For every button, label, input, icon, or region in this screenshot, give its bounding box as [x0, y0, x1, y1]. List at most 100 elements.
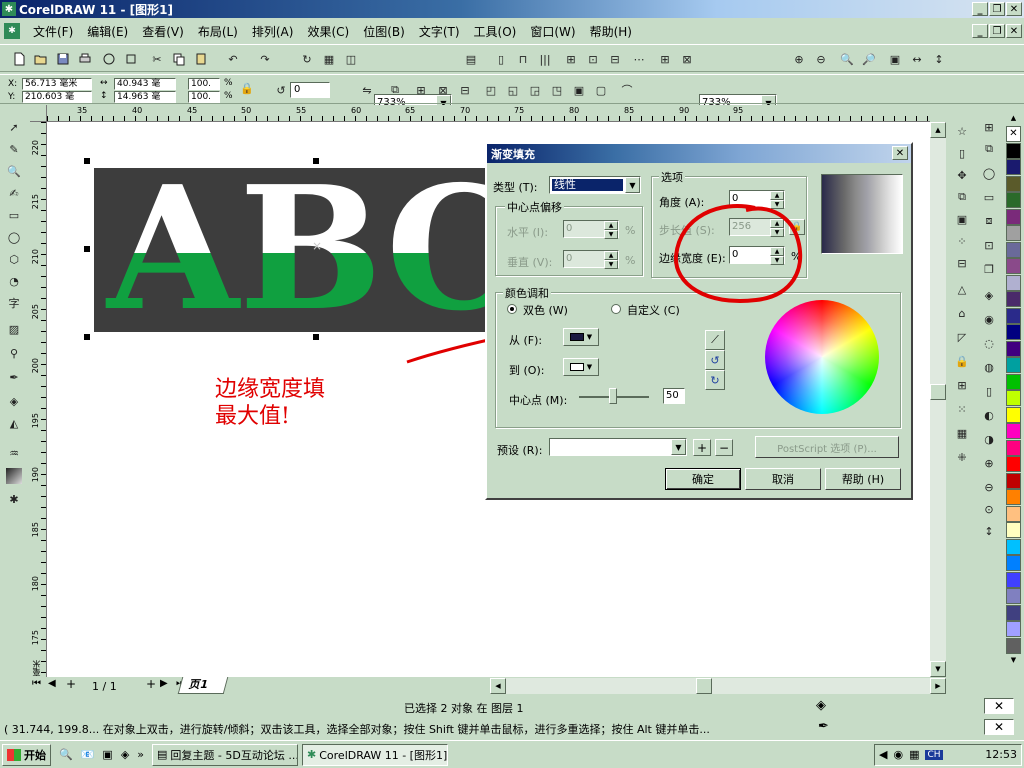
arrange-docker-icon[interactable]: ⧈	[980, 212, 998, 230]
intersect-icon[interactable]: ◲	[526, 81, 544, 99]
undo-icon[interactable]: ↶	[224, 50, 242, 68]
align-icon[interactable]: ▤	[462, 50, 480, 68]
doc-close-button[interactable]: ✕	[1006, 24, 1022, 38]
weld-shape-icon[interactable]: ◰	[482, 81, 500, 99]
more-icon[interactable]: »	[137, 748, 144, 761]
doc-restore-button[interactable]: ❐	[989, 24, 1005, 38]
menu-layout[interactable]: 布局(L)	[191, 23, 245, 40]
horizontal-ruler[interactable]: 35 40 45 50 55 60 65 70 75 80 85 90 95	[47, 105, 930, 122]
import-icon[interactable]	[100, 50, 118, 68]
palette-swatch[interactable]	[1006, 159, 1021, 175]
palette-swatch[interactable]	[1006, 340, 1021, 357]
palette-swatch[interactable]	[1006, 192, 1021, 208]
fill-tool-icon[interactable]: ◈	[5, 392, 23, 410]
pick-tool-icon[interactable]: ➚	[5, 118, 23, 136]
palette-swatch[interactable]	[1006, 175, 1021, 192]
trim-icon[interactable]: ◱	[504, 81, 522, 99]
menu-window[interactable]: 窗口(W)	[523, 23, 582, 40]
triangle-icon[interactable]: △	[953, 280, 971, 298]
fill-type-select[interactable]: 线性 ▼	[549, 176, 641, 194]
palette-swatch[interactable]	[1006, 307, 1021, 324]
combine-icon[interactable]: ⊟	[456, 81, 474, 99]
palette-swatch[interactable]	[1006, 621, 1021, 637]
layers-icon[interactable]: ⊞	[953, 376, 971, 394]
cancel-button[interactable]: 取消	[745, 468, 821, 490]
no-fill-swatch[interactable]: ✕	[1006, 126, 1021, 142]
ungroup-icon[interactable]: ⊞	[412, 81, 430, 99]
front-minus-back-icon[interactable]: ▣	[570, 81, 588, 99]
palette-swatch[interactable]	[1006, 225, 1021, 241]
palette-swatch[interactable]	[1006, 489, 1021, 505]
snap-icon[interactable]: ⊡	[584, 50, 602, 68]
vertical-scrollbar[interactable]: ▲ ▼	[930, 122, 946, 677]
preset-select[interactable]: ▼	[549, 438, 687, 456]
zoom-selected-icon[interactable]: 🔍	[838, 50, 856, 68]
palette-swatch[interactable]	[1006, 588, 1021, 604]
palette-swatch[interactable]	[1006, 505, 1021, 522]
palette-swatch[interactable]	[1006, 373, 1021, 390]
spin-up-icon[interactable]: ▲	[604, 251, 618, 260]
envelope-icon[interactable]: ⌂	[953, 304, 971, 322]
taskbar-item-forum[interactable]: ▤ 回复主题 - 5D互动论坛 ...	[152, 743, 299, 766]
group-icon[interactable]: ⧉	[386, 81, 404, 99]
text-tool-icon[interactable]: 字	[5, 294, 23, 312]
print-icon[interactable]	[76, 50, 94, 68]
menu-edit[interactable]: 编辑(E)	[80, 23, 135, 40]
palette-swatch[interactable]	[1006, 274, 1021, 291]
zoom-width-icon[interactable]: ↔	[908, 50, 926, 68]
volume-icon[interactable]: ◀	[879, 748, 887, 761]
palette-swatch[interactable]	[1006, 637, 1021, 654]
palette-swatch[interactable]	[1006, 208, 1021, 225]
zoom-tool-icon[interactable]: 🔍	[5, 162, 23, 180]
rotate-icon[interactable]: ↺	[272, 81, 290, 99]
menu-arrange[interactable]: 排列(A)	[245, 23, 301, 40]
mirror-icon[interactable]: ⇋	[358, 81, 376, 99]
ok-button[interactable]: 确定	[665, 468, 741, 490]
object-manager-icon[interactable]: ⊞	[980, 118, 998, 136]
palette-swatch[interactable]	[1006, 324, 1021, 340]
lens-icon[interactable]: ◑	[980, 430, 998, 448]
x-position-field[interactable]: 56.713 毫米	[22, 78, 92, 90]
new-icon[interactable]	[10, 50, 28, 68]
two-color-radio[interactable]	[507, 304, 517, 314]
scroll-up-icon[interactable]: ▲	[930, 122, 946, 138]
open-icon[interactable]	[32, 50, 50, 68]
redo-icon[interactable]: ↷	[256, 50, 274, 68]
prev-page-icon[interactable]: ◀	[48, 678, 56, 689]
color-wheel[interactable]	[765, 300, 879, 414]
back-minus-front-icon[interactable]: ▢	[592, 81, 610, 99]
spin-down-icon[interactable]: ▼	[604, 260, 618, 269]
palette-swatch[interactable]	[1006, 456, 1021, 472]
next-page-icon[interactable]: ▶	[160, 678, 168, 689]
minimize-button[interactable]: _	[972, 2, 988, 16]
shape-docker-icon[interactable]: ❐	[980, 260, 998, 278]
outline-tool-icon[interactable]: ✒	[5, 368, 23, 386]
shadow-docker-icon[interactable]: ◍	[980, 358, 998, 376]
simplify-icon[interactable]: ◳	[548, 81, 566, 99]
zoom-height-icon[interactable]: ↕	[930, 50, 948, 68]
height-field[interactable]: 14.963 毫	[114, 91, 176, 103]
vertical-ruler[interactable]: 220 215 210 205 200 195 190 185 180 175 …	[30, 122, 47, 677]
smart-fill-icon[interactable]: ✱	[5, 490, 23, 508]
palette-scroll-down-icon[interactable]: ▼	[1006, 656, 1021, 666]
desktop-icon[interactable]: ▣	[102, 748, 112, 761]
wireframe-icon[interactable]: ⊟	[606, 50, 624, 68]
zoom-page-icon[interactable]: ▣	[886, 50, 904, 68]
zoom-out-docker-icon[interactable]: ⊖	[980, 478, 998, 496]
gradient-docker-icon[interactable]: ⁜	[953, 448, 971, 466]
transform-icon[interactable]: ⊞	[656, 50, 674, 68]
chevron-down-icon[interactable]: ▼	[671, 439, 686, 455]
postscript-options-button[interactable]: PostScript 选项 (P)...	[755, 436, 899, 458]
convert-to-curves-icon[interactable]: ⌒	[618, 81, 636, 99]
shape-tool-icon[interactable]: ✎	[5, 140, 23, 158]
checker-icon[interactable]: ▦	[953, 424, 971, 442]
ime-tray-icon[interactable]: ▦	[909, 748, 919, 761]
custom-radio[interactable]	[611, 304, 621, 314]
rotation-angle-field[interactable]: 0	[290, 82, 330, 98]
ellipse-tool-icon[interactable]: ◯	[5, 228, 23, 246]
ruler-origin[interactable]	[30, 105, 47, 122]
spin-up-icon[interactable]: ▲	[604, 221, 618, 230]
close-button[interactable]: ✕	[1006, 2, 1022, 16]
zoom-all-icon[interactable]: 🔎	[860, 50, 878, 68]
interactive-fill-tool-icon[interactable]: ◭	[5, 414, 23, 432]
